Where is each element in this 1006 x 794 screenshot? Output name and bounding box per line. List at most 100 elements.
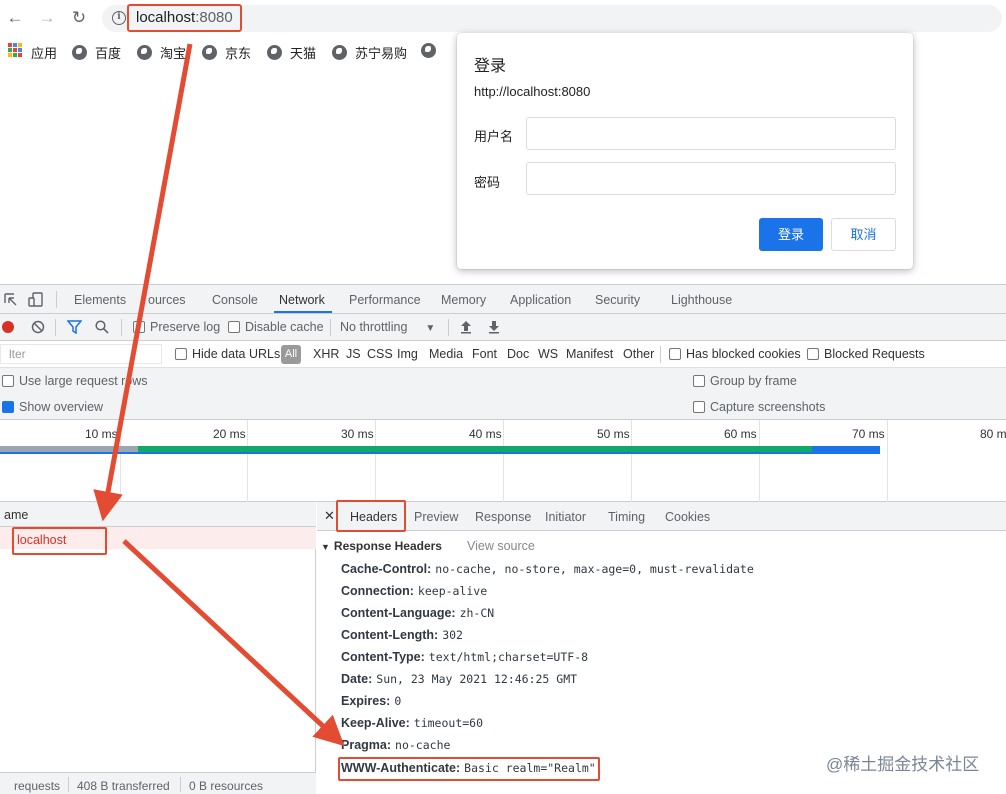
tab-performance[interactable]: Performance bbox=[349, 293, 421, 307]
back-icon[interactable]: ← bbox=[5, 8, 25, 28]
tab-security[interactable]: Security bbox=[595, 293, 640, 307]
tab-preview[interactable]: Preview bbox=[414, 510, 458, 524]
tab-initiator[interactable]: Initiator bbox=[545, 510, 586, 524]
checkbox[interactable] bbox=[133, 321, 145, 333]
hide-data-urls-checkbox[interactable]: Hide data URLs bbox=[175, 347, 280, 361]
filter-type-xhr[interactable]: XHR bbox=[313, 347, 339, 361]
dialog-title: 登录 bbox=[474, 58, 507, 75]
header-row: Content-Type: text/html;charset=UTF-8 bbox=[341, 650, 589, 664]
upload-icon[interactable] bbox=[460, 320, 472, 334]
timeline-tick: 30 ms bbox=[341, 427, 374, 441]
forward-icon[interactable]: → bbox=[37, 8, 57, 28]
globe-icon bbox=[267, 45, 282, 60]
header-row: Content-Language: zh-CN bbox=[341, 606, 495, 620]
separator bbox=[121, 319, 122, 336]
filter-type-other[interactable]: Other bbox=[623, 347, 654, 361]
record-icon[interactable] bbox=[2, 321, 14, 333]
filter-type-font[interactable]: Font bbox=[472, 347, 497, 361]
inspect-icon[interactable] bbox=[4, 293, 18, 307]
network-toolbar: Preserve log Disable cache No throttling… bbox=[0, 314, 1006, 341]
filter-type-manifest[interactable]: Manifest bbox=[566, 347, 613, 361]
checkbox[interactable] bbox=[807, 348, 819, 360]
tab-application[interactable]: Application bbox=[510, 293, 571, 307]
address-bar[interactable]: i localhost:8080 bbox=[102, 4, 1002, 32]
filter-type-css[interactable]: CSS bbox=[367, 347, 393, 361]
checkbox-checked[interactable] bbox=[2, 401, 14, 413]
has-blocked-cookies-checkbox[interactable]: Has blocked cookies bbox=[669, 347, 801, 361]
clear-icon[interactable] bbox=[31, 320, 45, 334]
header-row: Date: Sun, 23 May 2021 12:46:25 GMT bbox=[341, 672, 578, 686]
tab-network[interactable]: Network bbox=[279, 293, 325, 307]
timeline-tick: 40 ms bbox=[469, 427, 502, 441]
group-by-frame-checkbox[interactable]: Group by frame bbox=[693, 374, 797, 388]
bookmark-taobao[interactable]: 淘宝 bbox=[137, 43, 186, 62]
bookmark-apps[interactable]: 应用 bbox=[31, 43, 57, 62]
checkbox[interactable] bbox=[693, 401, 705, 413]
apps-grid-icon[interactable] bbox=[8, 43, 22, 57]
auth-dialog: 登录 http://localhost:8080 用户名 密码 登录 取消 bbox=[457, 33, 913, 269]
filter-type-all[interactable]: All bbox=[281, 345, 301, 364]
tab-sources[interactable]: ources bbox=[148, 293, 186, 307]
capture-screenshots-checkbox[interactable]: Capture screenshots bbox=[693, 400, 825, 414]
device-toggle-icon[interactable] bbox=[28, 292, 44, 308]
filter-bar: lter Hide data URLs All XHR JS CSS Img M… bbox=[0, 341, 1006, 368]
dialog-origin: http://localhost:8080 bbox=[474, 84, 591, 99]
globe-icon bbox=[72, 45, 87, 60]
headers-tab-highlight bbox=[336, 500, 406, 532]
response-headers-section[interactable]: ▼ Response Headers bbox=[321, 539, 442, 553]
filter-type-ws[interactable]: WS bbox=[538, 347, 558, 361]
tab-lighthouse[interactable]: Lighthouse bbox=[671, 293, 732, 307]
cancel-button[interactable]: 取消 bbox=[831, 218, 896, 251]
checkbox[interactable] bbox=[669, 348, 681, 360]
status-transferred: 408 B transferred bbox=[77, 779, 170, 793]
timeline-tick: 50 ms bbox=[597, 427, 630, 441]
close-icon[interactable]: ✕ bbox=[324, 508, 335, 524]
tab-response[interactable]: Response bbox=[475, 510, 531, 524]
download-icon[interactable] bbox=[488, 320, 500, 334]
login-button[interactable]: 登录 bbox=[759, 218, 823, 251]
tab-timing[interactable]: Timing bbox=[608, 510, 645, 524]
checkbox[interactable] bbox=[228, 321, 240, 333]
throttling-select[interactable]: No throttling ▼ bbox=[340, 320, 435, 334]
filter-type-img[interactable]: Img bbox=[397, 347, 418, 361]
bookmark-baidu[interactable]: 百度 bbox=[72, 43, 121, 62]
separator bbox=[330, 319, 331, 336]
checkbox[interactable] bbox=[175, 348, 187, 360]
url-highlight[interactable]: localhost:8080 bbox=[127, 4, 242, 32]
search-icon[interactable] bbox=[95, 320, 109, 334]
request-list: ame localhost requests 408 B transferred… bbox=[0, 502, 316, 794]
filter-type-doc[interactable]: Doc bbox=[507, 347, 529, 361]
username-input[interactable] bbox=[526, 117, 896, 150]
grid-line bbox=[503, 420, 504, 502]
disable-cache-checkbox[interactable]: Disable cache bbox=[228, 320, 324, 334]
bookmark-more[interactable] bbox=[421, 43, 444, 58]
timeline-tick: 20 ms bbox=[213, 427, 246, 441]
large-rows-checkbox[interactable]: Use large request rows bbox=[2, 374, 148, 388]
tab-memory[interactable]: Memory bbox=[441, 293, 486, 307]
checkbox[interactable] bbox=[2, 375, 14, 387]
grid-line bbox=[631, 420, 632, 502]
show-overview-checkbox[interactable]: Show overview bbox=[2, 400, 103, 414]
timeline-bar-queue bbox=[0, 446, 138, 452]
browser-toolbar: ← → ↻ i localhost:8080 bbox=[0, 0, 1006, 36]
preserve-log-checkbox[interactable]: Preserve log bbox=[133, 320, 220, 334]
blocked-requests-checkbox[interactable]: Blocked Requests bbox=[807, 347, 925, 361]
network-overview[interactable]: 10 ms 20 ms 30 ms 40 ms 50 ms 60 ms 70 m… bbox=[0, 420, 1006, 502]
reload-icon[interactable]: ↻ bbox=[69, 8, 89, 28]
name-column-header[interactable]: ame bbox=[0, 502, 316, 527]
bookmark-tmall[interactable]: 天猫 bbox=[267, 43, 316, 62]
checkbox[interactable] bbox=[693, 375, 705, 387]
filter-input[interactable]: lter bbox=[0, 344, 162, 364]
tab-elements[interactable]: Elements bbox=[74, 293, 126, 307]
bookmark-jd[interactable]: 京东 bbox=[202, 43, 251, 62]
view-source-link[interactable]: View source bbox=[467, 539, 535, 553]
filter-type-media[interactable]: Media bbox=[429, 347, 463, 361]
password-input[interactable] bbox=[526, 162, 896, 195]
bookmark-suning[interactable]: 苏宁易购 bbox=[332, 43, 407, 62]
filter-icon[interactable] bbox=[67, 320, 82, 334]
info-icon[interactable]: i bbox=[112, 11, 126, 25]
filter-type-js[interactable]: JS bbox=[346, 347, 361, 361]
tab-console[interactable]: Console bbox=[212, 293, 258, 307]
devtools-tabbar: Elements ources Console Network Performa… bbox=[0, 285, 1006, 314]
tab-cookies[interactable]: Cookies bbox=[665, 510, 710, 524]
